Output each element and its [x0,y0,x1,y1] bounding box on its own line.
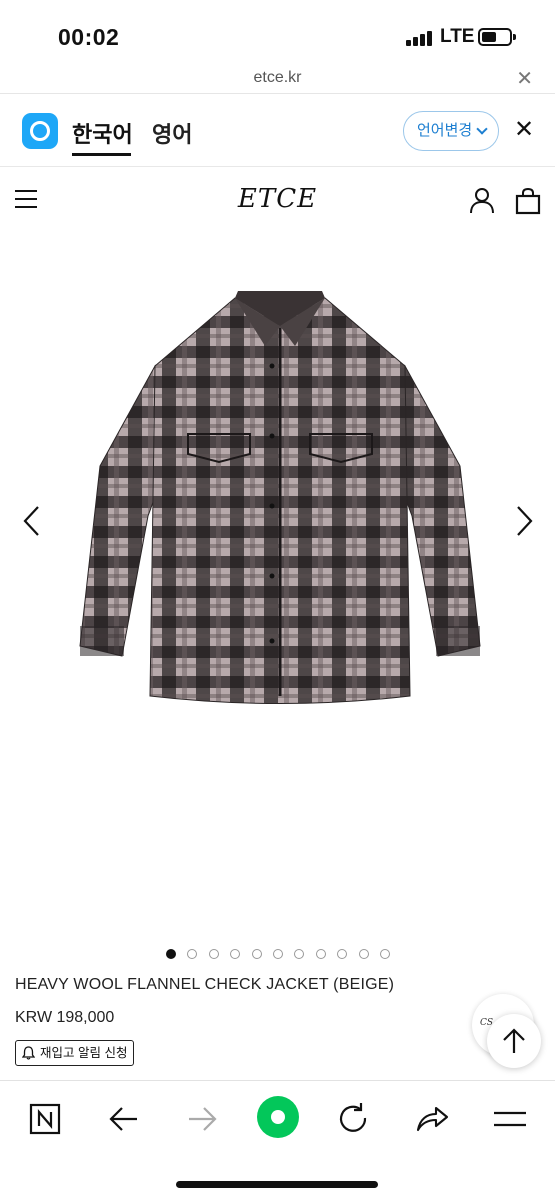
language-change-button[interactable]: 언어변경 [403,111,499,151]
carousel-dot[interactable] [315,949,326,959]
carousel-dot[interactable] [230,949,241,959]
share-icon[interactable] [412,1099,452,1139]
carousel-dot[interactable] [273,949,283,959]
tab-underline [72,153,131,156]
menu-icon[interactable] [490,1099,530,1139]
signal-icon [406,30,434,46]
scroll-top-button[interactable] [487,1014,541,1068]
carousel-pagination [0,947,555,961]
carousel-dot[interactable] [337,949,348,959]
carousel-dot[interactable] [380,949,390,959]
chevron-left-icon[interactable] [20,504,44,538]
chevron-down-icon [476,123,488,135]
url-bar[interactable]: etce.kr ✕ [0,62,555,94]
close-icon[interactable]: ✕ [516,66,533,91]
carousel-dot[interactable] [166,949,176,959]
battery-icon [478,28,516,46]
naver-home-icon[interactable] [26,1099,66,1139]
status-time: 00:02 [58,24,120,50]
tab-korean[interactable]: 한국어 [72,117,133,149]
product-price: KRW 198,000 [15,1009,115,1026]
carousel-dot[interactable] [251,949,262,959]
carousel-dot[interactable] [358,949,369,959]
close-icon[interactable]: ✕ [514,115,534,144]
restock-alert-button[interactable]: 재입고 알림 신청 [15,1040,135,1066]
url-domain[interactable]: etce.kr [0,69,555,87]
language-change-label: 언어변경 [417,122,473,139]
back-icon[interactable] [104,1099,144,1139]
chevron-right-icon[interactable] [512,504,536,538]
papago-icon[interactable] [22,113,58,149]
green-dot-icon[interactable] [256,1095,300,1139]
user-icon[interactable] [468,186,496,214]
cart-icon[interactable] [514,187,542,215]
browser-toolbar [0,1080,555,1200]
product-image [79,291,481,704]
carousel-dot[interactable] [294,949,305,959]
site-header: ETCE [0,168,555,234]
bell-icon [22,1046,35,1060]
product-image-carousel[interactable] [0,236,555,936]
forward-icon[interactable] [182,1099,222,1139]
carousel-dot[interactable] [187,949,198,959]
status-bar: 00:02 LTE [0,0,555,62]
arrow-up-icon [503,1028,525,1053]
tab-english[interactable]: 영어 [152,117,192,149]
carousel-dot[interactable] [208,949,219,959]
product-name: HEAVY WOOL FLANNEL CHECK JACKET (BEIGE) [15,976,395,993]
restock-alert-label: 재입고 알림 신청 [40,1046,128,1060]
translate-bar: 한국어 영어 언어변경 ✕ [0,95,555,167]
home-indicator [176,1181,378,1188]
refresh-icon[interactable] [334,1099,374,1139]
network-label: LTE [440,26,475,47]
